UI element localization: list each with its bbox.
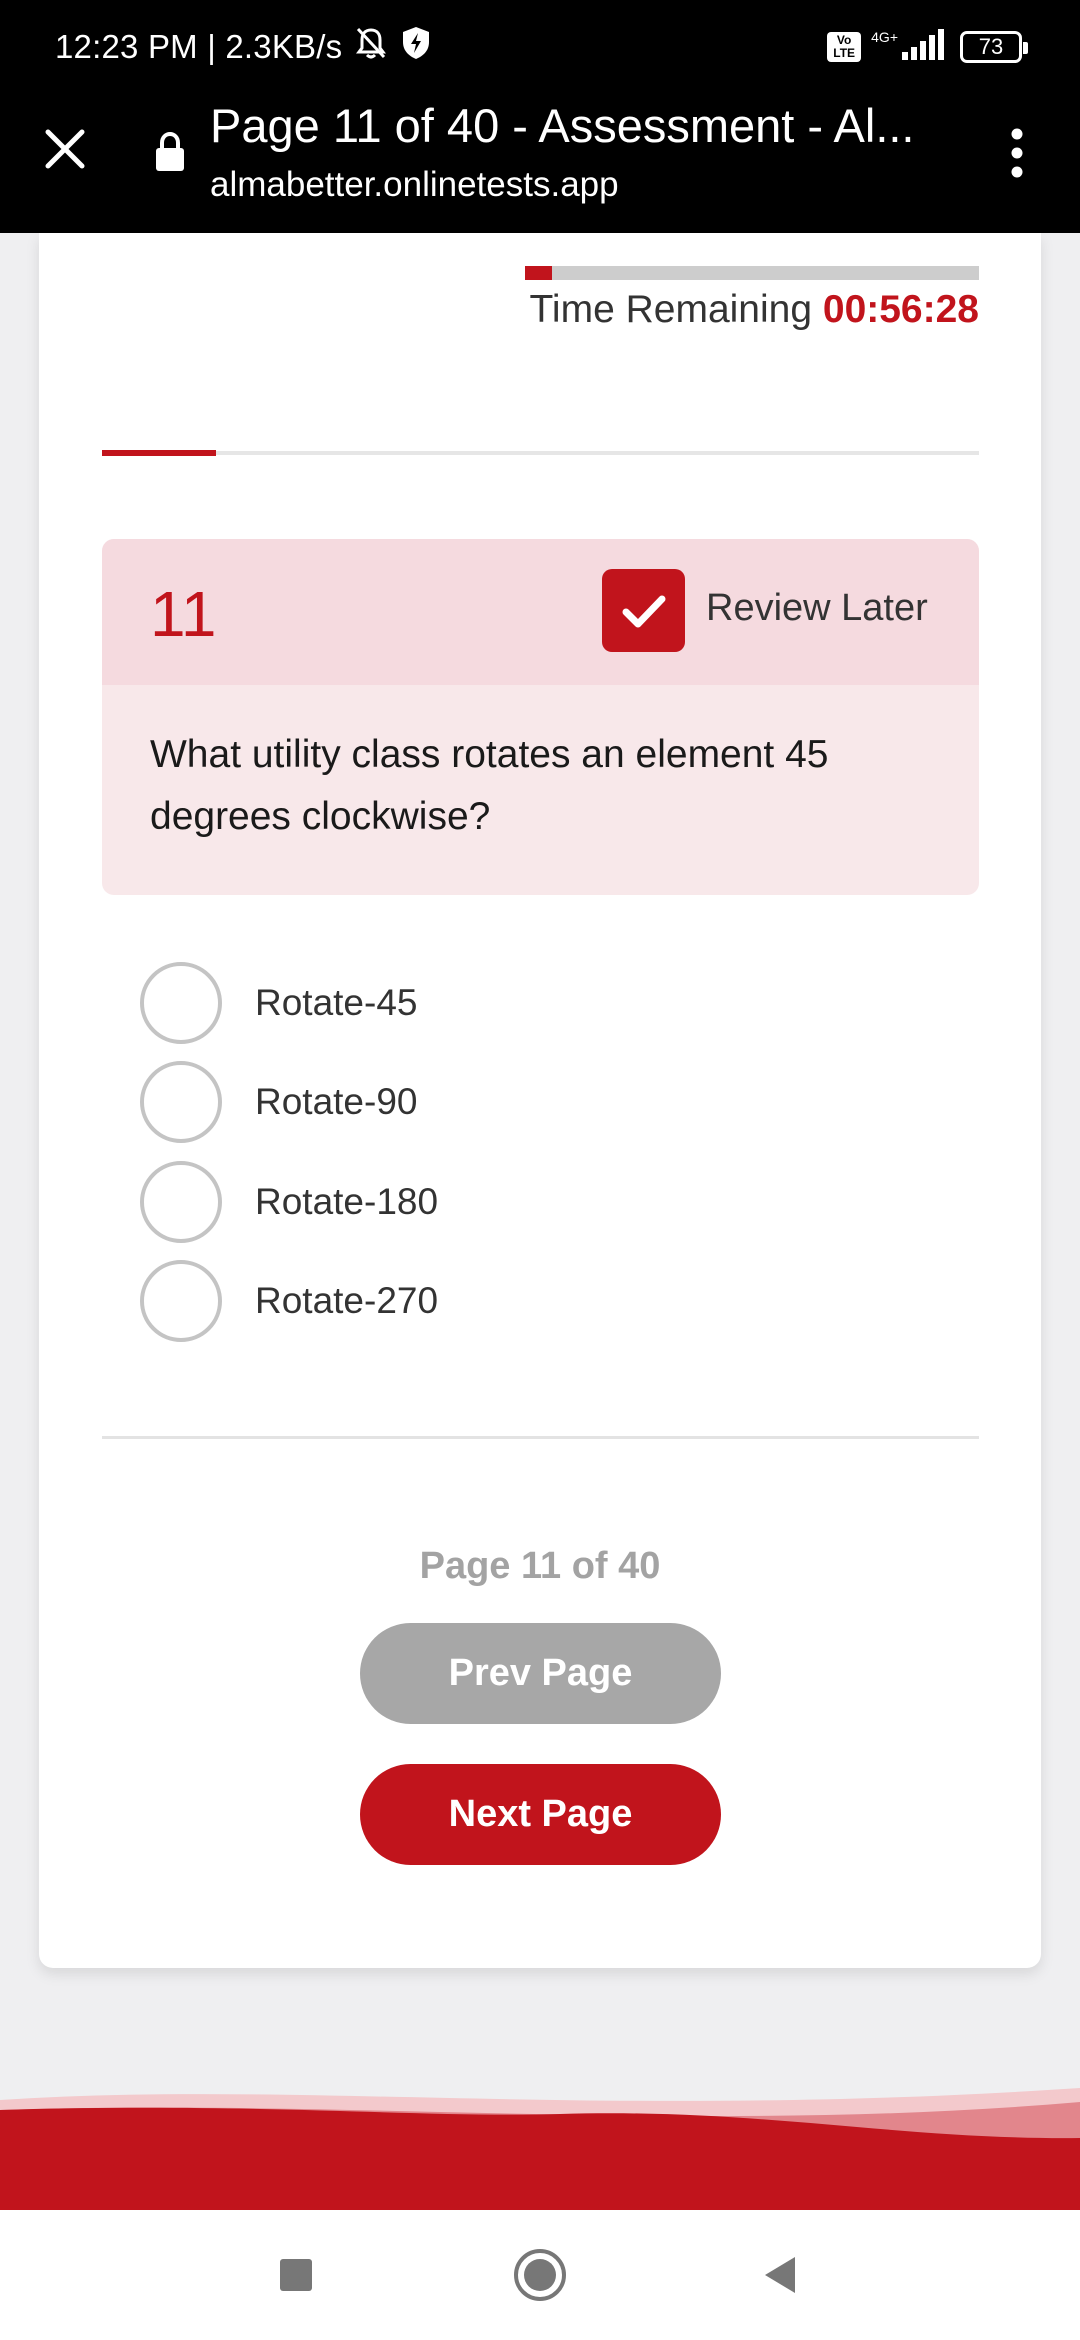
answer-option-label[interactable]: Rotate-90 — [255, 1081, 418, 1123]
volte-badge: Vo LTE — [827, 32, 862, 62]
next-page-button[interactable]: Next Page — [360, 1764, 721, 1865]
check-icon — [622, 595, 665, 627]
network-type: 4G+ — [871, 29, 898, 45]
radio-button[interactable] — [140, 1061, 222, 1144]
answer-options: Rotate-45 Rotate-90 Rotate-180 Rotate-27… — [140, 953, 940, 1351]
signal-icon — [900, 28, 950, 67]
more-vert-icon[interactable] — [1000, 124, 1034, 184]
answer-option-label[interactable]: Rotate-180 — [255, 1181, 438, 1223]
browser-top-bar: 12:23 PM | 2.3KB/s Vo LTE 4G+ 73 Page 11… — [0, 0, 1080, 233]
prev-page-button[interactable]: Prev Page — [360, 1623, 721, 1724]
question-number: 11 — [150, 578, 217, 650]
browser-url[interactable]: almabetter.onlinetests.app — [210, 165, 619, 205]
answer-option-label[interactable]: Rotate-270 — [255, 1280, 438, 1322]
volte-line2: LTE — [833, 46, 856, 60]
question-text: What utility class rotates an element 45… — [150, 733, 829, 838]
triangle-back-icon[interactable] — [720, 2210, 840, 2340]
footer-wave-decoration — [0, 2088, 1080, 2210]
status-time-speed: 12:23 PM | 2.3KB/s — [55, 28, 343, 65]
mute-bell-icon — [352, 25, 390, 69]
answer-option[interactable]: Rotate-270 — [140, 1252, 940, 1352]
time-remaining-value: 00:56:28 — [822, 288, 979, 331]
timer-progress-bar — [525, 266, 979, 280]
status-bar-right: Vo LTE 4G+ 73 — [827, 24, 1028, 70]
battery-level: 73 — [978, 34, 1004, 59]
timer-progress-fill — [525, 266, 553, 280]
review-later-label[interactable]: Review Later — [706, 587, 928, 630]
answer-option[interactable]: Rotate-45 — [140, 953, 940, 1053]
assessment-card: Time Remaining 00:56:28 11 Review Later … — [39, 233, 1041, 1968]
lock-icon[interactable] — [154, 131, 186, 178]
question-progress-fill — [102, 450, 216, 456]
radio-button[interactable] — [140, 961, 222, 1044]
time-remaining-label: Time Remaining — [529, 288, 813, 331]
shield-bolt-icon — [400, 25, 432, 69]
close-icon[interactable] — [40, 124, 90, 174]
page-indicator: Page 11 of 40 — [419, 1545, 661, 1587]
answer-option[interactable]: Rotate-180 — [140, 1152, 940, 1252]
time-remaining: Time Remaining 00:56:28 — [530, 288, 979, 332]
circle-icon[interactable] — [480, 2210, 600, 2340]
browser-page-title[interactable]: Page 11 of 40 - Assessment - Al... — [210, 98, 950, 153]
answer-option[interactable]: Rotate-90 — [140, 1053, 940, 1153]
review-later-checkbox[interactable] — [602, 569, 685, 652]
square-icon[interactable] — [236, 2210, 356, 2340]
radio-button[interactable] — [140, 1260, 222, 1343]
radio-button[interactable] — [140, 1160, 222, 1243]
system-navigation-bar — [0, 2210, 1080, 2340]
status-bar-left: 12:23 PM | 2.3KB/s — [55, 22, 432, 72]
question-progress-bar — [102, 450, 979, 456]
battery-icon: 73 — [960, 31, 1028, 63]
question-header: 11 Review Later — [102, 539, 979, 685]
answer-option-label[interactable]: Rotate-45 — [255, 982, 418, 1024]
question-box: 11 Review Later What utility class rotat… — [102, 539, 979, 895]
divider — [102, 1436, 979, 1439]
